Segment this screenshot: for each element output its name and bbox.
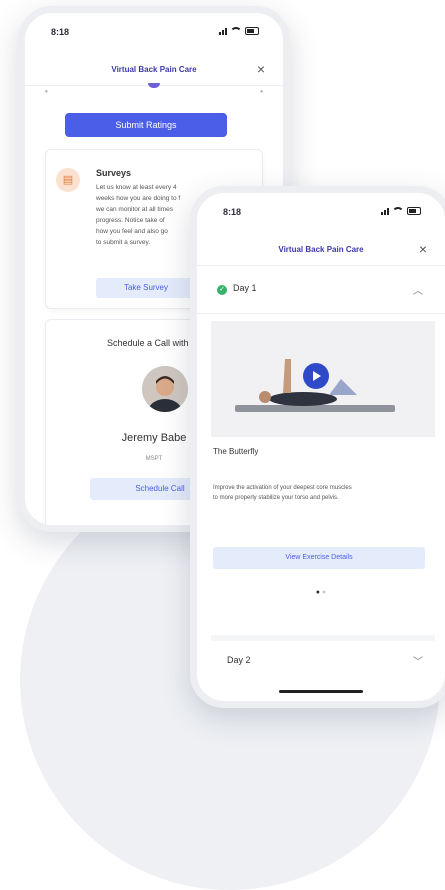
coach-photo [142,366,188,412]
signal-icon [381,207,389,215]
checkmark-circle-icon: ✓ [217,285,227,295]
nav-title: Virtual Back Pain Care [111,65,197,74]
nav-title: Virtual Back Pain Care [278,245,364,254]
status-time: 8:18 [223,207,242,217]
nav-bar: Virtual Back Pain Care × [197,239,445,266]
slider-dot-right: • [260,87,263,96]
nav-bar: Virtual Back Pain Care × [25,59,283,86]
coach-avatar [142,366,188,412]
view-exercise-details-button[interactable]: View Exercise Details [213,547,425,569]
take-survey-button[interactable]: Take Survey [96,278,196,298]
clipboard-icon: ▤ [56,168,80,192]
pager-dot-active[interactable]: ● [316,589,320,596]
status-bar: 8:18 [197,207,445,221]
play-icon[interactable] [303,363,329,389]
close-icon[interactable]: × [257,61,265,77]
chevron-down-icon[interactable]: ﹀ [413,653,423,668]
signal-icon [219,27,227,35]
day-2-label: Day 2 [227,655,251,665]
submit-ratings-button[interactable]: Submit Ratings [65,113,227,137]
battery-icon [245,27,259,35]
pager-dot[interactable]: ● [322,589,326,596]
chevron-up-icon[interactable]: ︿ [413,282,423,297]
status-icons [219,27,259,35]
wifi-icon [230,27,242,35]
home-indicator [279,690,363,693]
slider-handle[interactable] [148,83,160,88]
exercise-description: Improve the activation of your deepest c… [213,485,352,501]
day-1-label: Day 1 [233,283,257,293]
exercise-name: The Butterfly [213,447,259,456]
close-icon[interactable]: × [419,241,427,257]
exercise-video[interactable] [211,321,435,437]
status-time: 8:18 [51,27,70,37]
survey-title: Surveys [96,168,132,178]
battery-icon [407,207,421,215]
status-icons [381,207,421,215]
day-1-header[interactable]: ✓ Day 1 ︿ [197,265,445,314]
carousel-pager: ● ● [197,589,445,596]
day-2-header[interactable]: Day 2 ﹀ [211,635,435,689]
phone-right: 8:18 Virtual Back Pain Care × ✓ Day 1 ︿ … [190,186,445,708]
slider-dot-left: • [45,87,48,96]
wifi-icon [392,207,404,215]
status-bar: 8:18 [25,27,283,41]
ratings-slider-track[interactable]: • • [45,83,263,96]
